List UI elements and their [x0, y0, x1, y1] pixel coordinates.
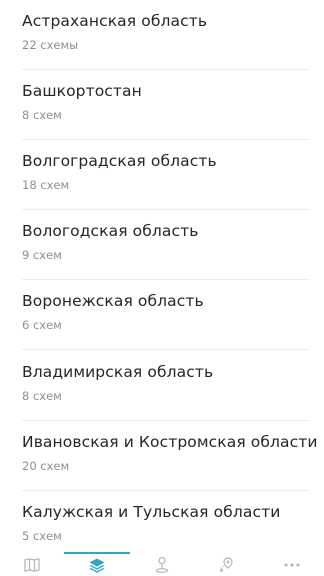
region-list[interactable]: Астраханская область 22 схемы Башкортост…: [0, 0, 324, 549]
tab-layers[interactable]: [65, 554, 129, 576]
person-pin-icon: [155, 557, 169, 573]
divider: [22, 349, 310, 350]
region-name: Астраханская область: [22, 12, 208, 30]
region-item-bashkortostan[interactable]: Башкортостан 8 схем: [0, 70, 324, 140]
region-item-astrakhan[interactable]: Астраханская область 22 схемы: [0, 0, 324, 70]
region-scheme-count: 8 схем: [22, 389, 62, 403]
map-icon: [24, 558, 40, 572]
more-dots-icon: [284, 563, 300, 567]
region-name: Владимирская область: [22, 363, 214, 381]
region-name: Волгоградская область: [22, 152, 217, 170]
region-scheme-count: 8 схем: [22, 108, 62, 122]
region-name: Вологодская область: [22, 222, 199, 240]
tab-route[interactable]: [195, 554, 259, 576]
app-screen: Астраханская область 22 схемы Башкортост…: [0, 0, 324, 576]
bottom-navigation: [0, 549, 324, 576]
tab-more[interactable]: [260, 554, 324, 576]
region-scheme-count: 20 схем: [22, 459, 70, 473]
route-pin-icon: [219, 557, 235, 573]
region-item-vologda[interactable]: Вологодская область 9 схем: [0, 210, 324, 280]
region-item-ivanovo-kostroma[interactable]: Ивановская и Костромская области 20 схем: [0, 421, 324, 491]
region-name: Башкортостан: [22, 82, 142, 100]
region-item-voronezh[interactable]: Воронежская область 6 схем: [0, 280, 324, 350]
tab-location[interactable]: [130, 554, 194, 576]
region-item-vladimir[interactable]: Владимирская область 8 схем: [0, 351, 324, 421]
region-item-kaluga-tula[interactable]: Калужская и Тульская области 5 схем: [0, 491, 324, 549]
region-scheme-count: 9 схем: [22, 248, 62, 262]
region-name: Воронежская область: [22, 292, 204, 310]
region-scheme-count: 22 схемы: [22, 38, 79, 52]
region-scheme-count: 18 схем: [22, 178, 70, 192]
layers-icon: [89, 558, 105, 573]
region-scheme-count: 6 схем: [22, 318, 62, 332]
region-scheme-count: 5 схем: [22, 529, 62, 543]
region-item-volgograd[interactable]: Волгоградская область 18 схем: [0, 140, 324, 210]
tab-map[interactable]: [0, 554, 64, 576]
region-name: Ивановская и Костромская области: [22, 433, 318, 451]
region-name: Калужская и Тульская области: [22, 503, 281, 521]
